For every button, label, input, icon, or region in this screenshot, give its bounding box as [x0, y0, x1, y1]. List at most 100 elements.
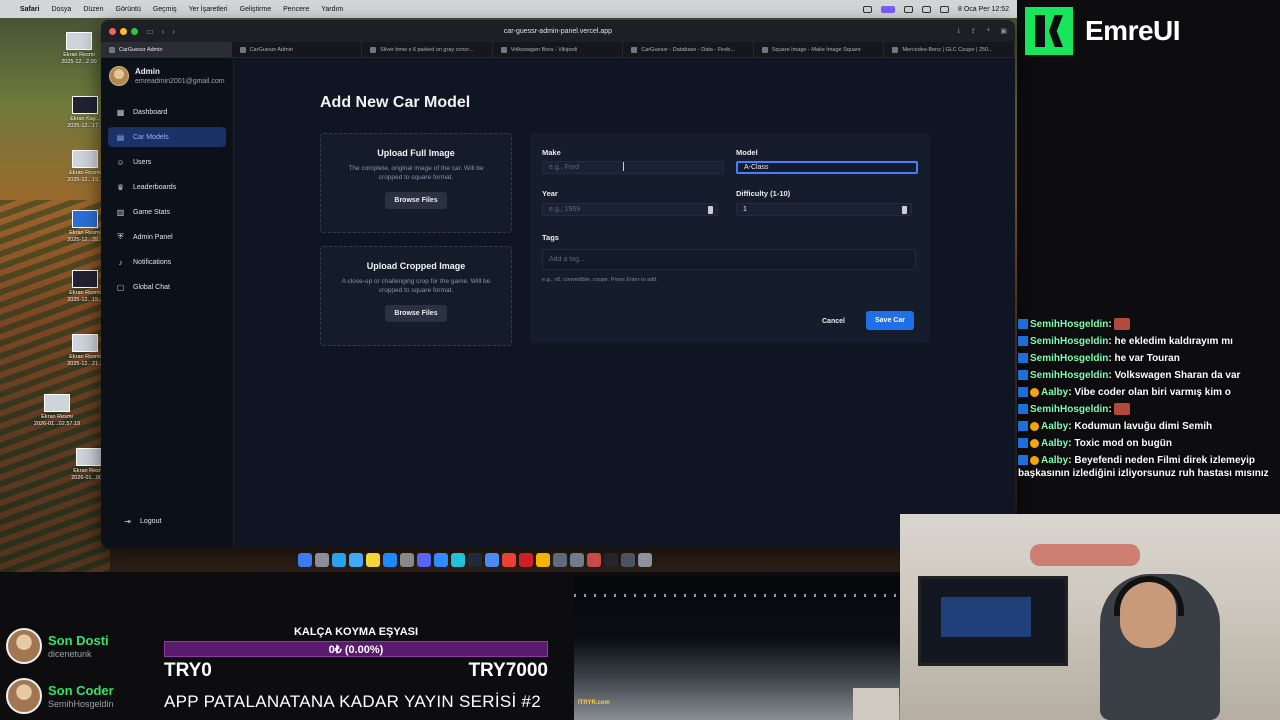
- stream-brand: EmreUI: [1017, 0, 1280, 62]
- badge-icon: [1018, 455, 1028, 466]
- chat-message: SemihHosgeldin: Volkswagen Sharan da var: [1018, 369, 1280, 382]
- sidebar-toggle-icon[interactable]: ▭: [146, 27, 154, 36]
- menu-item[interactable]: Geçmiş: [153, 6, 177, 13]
- notes-icon[interactable]: [366, 553, 380, 567]
- year-field[interactable]: e.g., 1969: [542, 203, 718, 216]
- make-field[interactable]: e.g., Ford: [542, 161, 724, 174]
- address-bar[interactable]: car-guessr-admin-panel.vercel.app: [504, 28, 612, 35]
- opera-icon[interactable]: [519, 553, 533, 567]
- chrome-icon[interactable]: [502, 553, 516, 567]
- tags-input[interactable]: Add a tag...: [542, 249, 916, 270]
- file-name: Ekran Resmi: [41, 414, 73, 420]
- sidebar-item-car-models[interactable]: ▤ Car Models: [108, 127, 226, 147]
- chat-text: Kodumun lavuğu dimi Semih: [1074, 421, 1213, 432]
- save-car-button[interactable]: Save Car: [866, 311, 914, 330]
- status-icon[interactable]: [881, 5, 896, 13]
- video-clip: [574, 576, 900, 720]
- webcam-monitor: [918, 576, 1068, 666]
- menu-item[interactable]: Düzen: [83, 6, 103, 13]
- sidebar-item-admin-panel[interactable]: ⛨ Admin Panel: [108, 227, 226, 247]
- mini-webcam: [853, 688, 899, 720]
- browser-tab[interactable]: Silver bmw x 6 parked on gray concr...: [362, 42, 493, 57]
- badge-icon: [1018, 387, 1028, 398]
- safari-icon[interactable]: [332, 553, 346, 567]
- app-icon[interactable]: [553, 553, 567, 567]
- browser-tab[interactable]: CarGuessr Admin: [101, 42, 232, 57]
- app-icon[interactable]: [587, 553, 601, 567]
- share-icon[interactable]: ⇪: [970, 27, 976, 35]
- cancel-button[interactable]: Cancel: [822, 318, 845, 325]
- desktop-file[interactable]: Ekran Resmi 2026-01...02.57.19: [12, 394, 102, 428]
- browser-tab[interactable]: Square Image - Make Image Square: [754, 42, 885, 57]
- mail-icon[interactable]: [349, 553, 363, 567]
- minimize-window-button[interactable]: [120, 27, 127, 35]
- menu-item[interactable]: Yardım: [321, 6, 343, 13]
- model-label: Model: [736, 148, 758, 157]
- menu-item[interactable]: Geliştirme: [240, 6, 272, 13]
- last-follower-title: Son Dosti: [48, 633, 109, 648]
- app-icon[interactable]: [604, 553, 618, 567]
- browse-files-button[interactable]: Browse Files: [385, 305, 447, 322]
- browse-files-button[interactable]: Browse Files: [385, 192, 447, 209]
- menu-app-name[interactable]: Safari: [20, 6, 39, 13]
- menu-item[interactable]: Pencere: [283, 6, 309, 13]
- terminal-icon[interactable]: [468, 553, 482, 567]
- download-icon[interactable]: ⤓: [957, 27, 960, 35]
- upload-cropped-image-dropzone[interactable]: Upload Cropped Image A close-up or chall…: [320, 246, 512, 346]
- settings-icon[interactable]: [400, 553, 414, 567]
- logout-button[interactable]: ⇥ Logout: [115, 511, 169, 531]
- difficulty-field[interactable]: 1: [736, 203, 912, 216]
- vscode-icon[interactable]: [434, 553, 448, 567]
- status-icon[interactable]: [863, 5, 873, 13]
- browser-tab[interactable]: CarGuessr Admin: [232, 42, 363, 57]
- new-tab-icon[interactable]: +: [986, 27, 990, 35]
- sidebar-item-users[interactable]: ☺ Users: [108, 152, 226, 172]
- finder-icon[interactable]: [298, 553, 312, 567]
- wifi-icon[interactable]: [922, 5, 932, 13]
- macos-dock: [298, 550, 652, 570]
- sidebar-item-leaderboards[interactable]: ♛ Leaderboards: [108, 177, 226, 197]
- grid-icon: ▦: [116, 107, 125, 117]
- last-coder: Son Coder SemihHosgeldin: [6, 678, 114, 714]
- menu-item[interactable]: Yer İşaretleri: [189, 6, 228, 13]
- menubar-clock[interactable]: 8 Oca Per 12:52: [958, 6, 1009, 13]
- favicon-icon: [892, 46, 899, 53]
- app-icon[interactable]: [536, 553, 550, 567]
- battery-icon[interactable]: [940, 5, 950, 13]
- menu-item[interactable]: Görüntü: [116, 6, 141, 13]
- discord-icon[interactable]: [417, 553, 431, 567]
- chat-message: SemihHosgeldin: he ekledim kaldırayım mı: [1018, 335, 1280, 348]
- badge-icon: [1018, 404, 1028, 415]
- app-icon[interactable]: [485, 553, 499, 567]
- model-field[interactable]: A-Class: [736, 161, 918, 174]
- zoom-window-button[interactable]: [131, 27, 138, 35]
- goal-min: TRY0: [164, 660, 212, 681]
- app-icon[interactable]: [570, 553, 584, 567]
- upload-title: Upload Cropped Image: [366, 261, 466, 271]
- upload-full-image-dropzone[interactable]: Upload Full Image The complete, original…: [320, 133, 512, 233]
- stepper-icon[interactable]: [708, 206, 713, 214]
- app-icon[interactable]: [621, 553, 635, 567]
- sidebar-item-game-stats[interactable]: ▥ Game Stats: [108, 202, 226, 222]
- menu-item[interactable]: Dosya: [51, 6, 71, 13]
- sidebar-item-dashboard[interactable]: ▦ Dashboard: [108, 102, 226, 122]
- browser-tab[interactable]: CarGuessr - Database - Data - Fireb...: [623, 42, 754, 57]
- logout-label: Logout: [140, 517, 162, 525]
- admin-app: Admin emreadmin2001@gmail.com ▦ Dashboar…: [101, 58, 1015, 548]
- app-store-icon[interactable]: [383, 553, 397, 567]
- chat-message: SemihHosgeldin: he var Touran: [1018, 352, 1280, 365]
- browser-tab[interactable]: Volkswagen Bora - Vikipedi: [493, 42, 624, 57]
- close-window-button[interactable]: [109, 27, 116, 35]
- status-icon[interactable]: [904, 5, 914, 13]
- forward-icon[interactable]: ›: [172, 27, 175, 36]
- tab-overview-icon[interactable]: ▣: [1000, 27, 1007, 35]
- chat-user: SemihHosgeldin: [1030, 319, 1109, 330]
- sidebar-item-global-chat[interactable]: ▢ Global Chat: [108, 277, 226, 297]
- back-icon[interactable]: ‹: [162, 27, 165, 36]
- app-icon[interactable]: [451, 553, 465, 567]
- sidebar-item-notifications[interactable]: ♪ Notifications: [108, 252, 226, 272]
- stepper-icon[interactable]: [902, 206, 907, 214]
- trash-icon[interactable]: [638, 553, 652, 567]
- launchpad-icon[interactable]: [315, 553, 329, 567]
- browser-tab[interactable]: Mercedes-Benz | GLC Coupe | 250...: [884, 42, 1015, 57]
